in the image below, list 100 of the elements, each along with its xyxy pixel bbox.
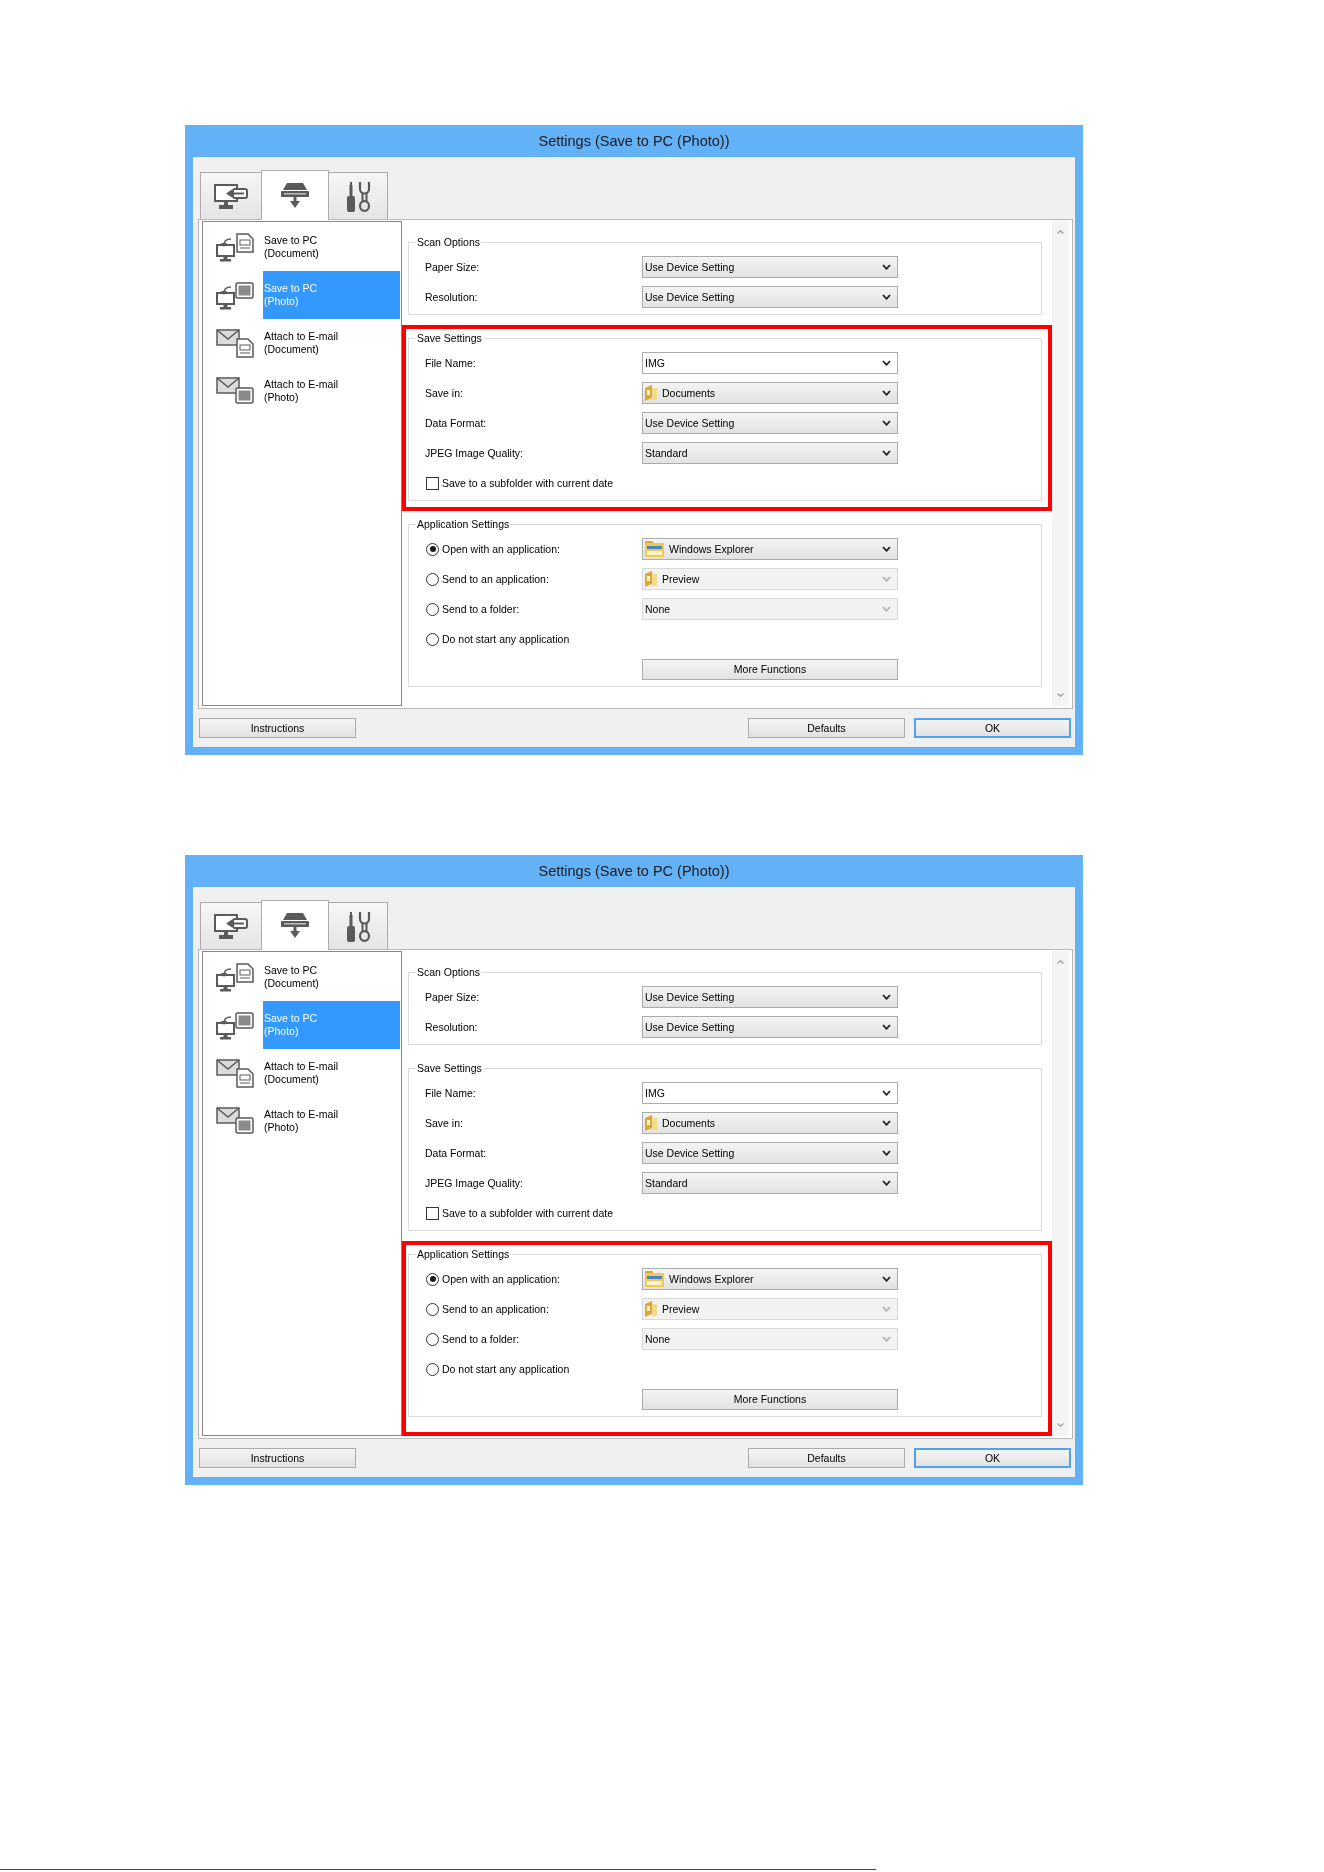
group-title: Scan Options <box>416 966 482 979</box>
chevron-down-icon <box>882 390 891 396</box>
radio-label[interactable]: Do not start any application <box>442 1362 570 1376</box>
group-title: Application Settings <box>416 1248 511 1261</box>
list-item[interactable]: Attach to E-mail (Document) <box>263 1049 400 1097</box>
checkbox-label[interactable]: Save to a subfolder with current date <box>442 1206 613 1220</box>
dropdown[interactable]: Windows Explorer <box>642 538 898 560</box>
dropdown[interactable]: Use Device Setting <box>642 1016 898 1038</box>
radio-button[interactable] <box>426 602 439 616</box>
list-item[interactable]: Save to PC (Document) <box>263 953 400 1001</box>
field-label: Resolution: <box>425 290 479 304</box>
chevron-down-icon <box>882 994 891 1000</box>
field-label: Data Format: <box>425 416 488 430</box>
computer-document-icon <box>216 962 254 992</box>
list-item[interactable]: Attach to E-mail (Photo) <box>263 367 400 415</box>
chevron-down-icon <box>882 1336 891 1342</box>
chevron-down-icon <box>882 264 891 270</box>
dropdown[interactable]: Documents <box>642 1112 898 1134</box>
field-label: File Name: <box>425 1086 477 1100</box>
radio-button[interactable] <box>426 542 439 556</box>
dropdown[interactable]: Use Device Setting <box>642 986 898 1008</box>
ok-button[interactable]: OK <box>914 1448 1071 1468</box>
checkbox[interactable] <box>426 1206 439 1220</box>
chevron-down-icon <box>882 1306 891 1312</box>
radio-label[interactable]: Send to an application: <box>442 572 549 586</box>
dropdown[interactable]: Standard <box>642 442 898 464</box>
envelope-photo-icon <box>216 376 254 406</box>
radio-label[interactable]: Send to a folder: <box>442 602 520 616</box>
field-label: Paper Size: <box>425 260 481 274</box>
tab[interactable] <box>200 172 262 220</box>
field-label: Save in: <box>425 386 464 400</box>
envelope-document-icon <box>216 1058 254 1088</box>
checkbox-label[interactable]: Save to a subfolder with current date <box>442 476 613 490</box>
radio-label[interactable]: Open with an application: <box>442 1272 560 1286</box>
group-title: Save Settings <box>416 1062 483 1075</box>
chevron-down-icon <box>882 1180 891 1186</box>
list-item[interactable]: Save to PC (Document) <box>263 223 400 271</box>
tab[interactable] <box>328 902 388 950</box>
field-label: Resolution: <box>425 1020 479 1034</box>
chevron-down-icon <box>882 360 891 366</box>
radio-label[interactable]: Open with an application: <box>442 542 560 556</box>
radio-label[interactable]: Send to an application: <box>442 1302 549 1316</box>
dropdown[interactable]: Use Device Setting <box>642 412 898 434</box>
dropdown[interactable]: Windows Explorer <box>642 1268 898 1290</box>
chevron-down-icon <box>882 576 891 582</box>
dropdown[interactable]: Use Device Setting <box>642 256 898 278</box>
radio-button[interactable] <box>426 632 439 646</box>
radio-button[interactable] <box>426 1332 439 1346</box>
radio-button[interactable] <box>426 1272 439 1286</box>
list-item[interactable]: Attach to E-mail (Document) <box>263 319 400 367</box>
envelope-document-icon <box>216 328 254 358</box>
chevron-down-icon <box>882 1150 891 1156</box>
more-functions-button[interactable]: More Functions <box>642 1388 898 1410</box>
ok-button[interactable]: OK <box>914 718 1071 738</box>
instructions-button[interactable]: Instructions <box>199 718 356 738</box>
field-label: Data Format: <box>425 1146 488 1160</box>
combo-box[interactable]: IMG <box>642 1082 898 1104</box>
dropdown[interactable]: Use Device Setting <box>642 1142 898 1164</box>
group-title: Save Settings <box>416 332 483 345</box>
tab[interactable] <box>261 900 329 950</box>
monitor-arrow-icon <box>214 184 248 209</box>
radio-button[interactable] <box>426 572 439 586</box>
more-functions-button[interactable]: More Functions <box>642 658 898 680</box>
envelope-photo-icon <box>216 1106 254 1136</box>
field-label: Save in: <box>425 1116 464 1130</box>
field-label: File Name: <box>425 356 477 370</box>
chevron-down-icon <box>882 1120 891 1126</box>
chevron-down-icon <box>882 1024 891 1030</box>
computer-document-icon <box>216 232 254 262</box>
field-label: JPEG Image Quality: <box>425 1176 525 1190</box>
radio-button[interactable] <box>426 1302 439 1316</box>
defaults-button[interactable]: Defaults <box>748 1448 905 1468</box>
field-label: Paper Size: <box>425 990 481 1004</box>
computer-photo-icon <box>216 280 254 310</box>
radio-label[interactable]: Do not start any application <box>442 632 570 646</box>
dropdown[interactable]: Standard <box>642 1172 898 1194</box>
chevron-down-icon <box>882 420 891 426</box>
tools-icon <box>345 181 371 212</box>
window-title: Settings (Save to PC (Photo)) <box>538 862 730 880</box>
group-title: Scan Options <box>416 236 482 249</box>
scanner-icon <box>281 181 309 208</box>
tab[interactable] <box>328 172 388 220</box>
list-item[interactable]: Attach to E-mail (Photo) <box>263 1097 400 1145</box>
radio-label[interactable]: Send to a folder: <box>442 1332 520 1346</box>
dropdown[interactable]: Use Device Setting <box>642 286 898 308</box>
folder-icon <box>645 1301 657 1317</box>
chevron-down-icon <box>882 450 891 456</box>
dropdown[interactable]: Documents <box>642 382 898 404</box>
radio-button[interactable] <box>426 1362 439 1376</box>
tab[interactable] <box>261 170 329 220</box>
chevron-down-icon <box>882 1090 891 1096</box>
computer-photo-icon <box>216 1010 254 1040</box>
folder-icon <box>645 1271 664 1287</box>
combo-box[interactable]: IMG <box>642 352 898 374</box>
checkbox[interactable] <box>426 476 439 490</box>
tab[interactable] <box>200 902 262 950</box>
instructions-button[interactable]: Instructions <box>199 1448 356 1468</box>
defaults-button[interactable]: Defaults <box>748 718 905 738</box>
tools-icon <box>345 911 371 942</box>
group-title: Application Settings <box>416 518 511 531</box>
